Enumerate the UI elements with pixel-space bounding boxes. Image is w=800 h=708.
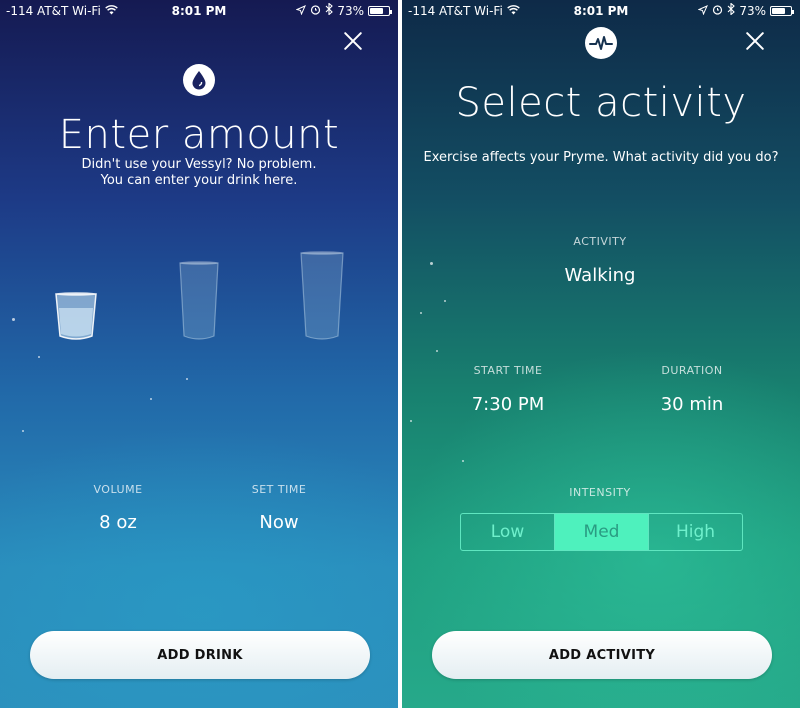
bluetooth-icon xyxy=(727,2,736,18)
duration-value[interactable]: 30 min xyxy=(642,394,742,415)
subtitle-line-1: Didn't use your Vessyl? No problem. xyxy=(81,157,317,172)
battery-percent: 73% xyxy=(739,3,766,18)
select-activity-screen: -114 AT&T Wi-Fi 8:01 PM 73% Select activ… xyxy=(402,0,800,708)
large-glass-option[interactable] xyxy=(298,250,346,342)
battery-icon xyxy=(368,5,392,16)
volume-label: VOLUME xyxy=(93,483,143,496)
close-button[interactable] xyxy=(744,30,766,52)
start-time-label: START TIME xyxy=(473,364,543,377)
water-drop-icon xyxy=(183,64,215,96)
medium-glass-option[interactable] xyxy=(177,260,221,342)
location-arrow-icon xyxy=(295,4,307,18)
add-activity-button[interactable]: ADD ACTIVITY xyxy=(432,631,772,679)
page-title: Select activity xyxy=(455,80,747,126)
intensity-option-low[interactable]: Low xyxy=(461,514,554,550)
volume-value[interactable]: 8 oz xyxy=(68,512,168,533)
enter-amount-screen: -114 AT&T Wi-Fi 8:01 PM 73% Enter amount… xyxy=(0,0,398,708)
alarm-clock-icon xyxy=(712,4,723,18)
status-bar: -114 AT&T Wi-Fi 8:01 PM 73% xyxy=(402,0,800,22)
activity-value[interactable]: Walking xyxy=(520,265,680,286)
alarm-clock-icon xyxy=(310,4,321,18)
battery-icon xyxy=(770,5,794,16)
close-button[interactable] xyxy=(342,30,364,52)
location-arrow-icon xyxy=(697,4,709,18)
bluetooth-icon xyxy=(325,2,334,18)
subtitle: Exercise affects your Pryme. What activi… xyxy=(423,150,779,165)
add-drink-button[interactable]: ADD DRINK xyxy=(30,631,370,679)
start-time-value[interactable]: 7:30 PM xyxy=(458,394,558,415)
small-glass-option[interactable] xyxy=(52,290,100,342)
activity-label: ACTIVITY xyxy=(573,235,627,248)
intensity-label: INTENSITY xyxy=(569,486,631,499)
intensity-option-med[interactable]: Med xyxy=(554,514,648,550)
set-time-label: SET TIME xyxy=(251,483,307,496)
status-bar: -114 AT&T Wi-Fi 8:01 PM 73% xyxy=(0,0,398,22)
set-time-value[interactable]: Now xyxy=(229,512,329,533)
battery-percent: 73% xyxy=(337,3,364,18)
duration-label: DURATION xyxy=(661,364,723,377)
intensity-option-high[interactable]: High xyxy=(648,514,742,550)
heartbeat-icon xyxy=(585,27,617,59)
intensity-selector: Low Med High xyxy=(460,513,743,551)
subtitle-line-2: You can enter your drink here. xyxy=(100,173,298,188)
page-title: Enter amount xyxy=(58,112,340,158)
